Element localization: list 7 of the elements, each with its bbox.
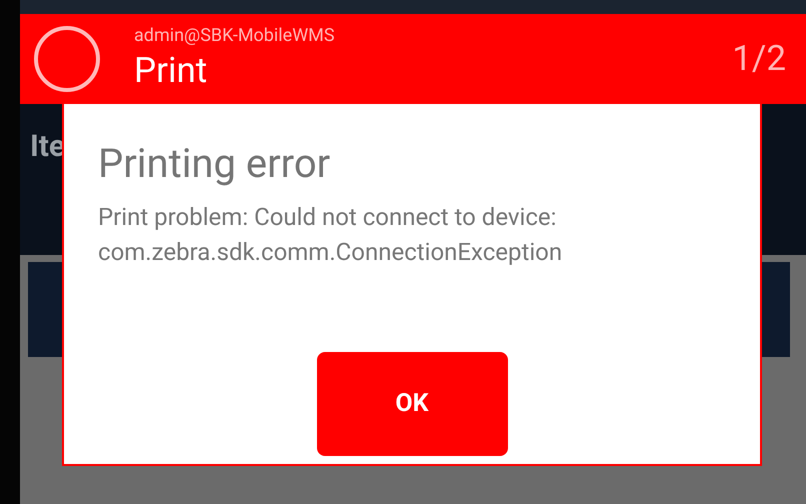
user-label: admin@SBK-MobileWMS [134, 25, 336, 47]
dialog-title: Printing error [98, 140, 332, 188]
dialog-message: Print problem: Could not connect to device: com.zebra.sdk.comm.ConnectionException [98, 202, 564, 268]
ok-button[interactable]: OK [316, 352, 508, 456]
screen-title: Print [134, 49, 208, 93]
page-counter: 1/2 [732, 36, 786, 81]
loading-spinner-icon [32, 24, 102, 94]
